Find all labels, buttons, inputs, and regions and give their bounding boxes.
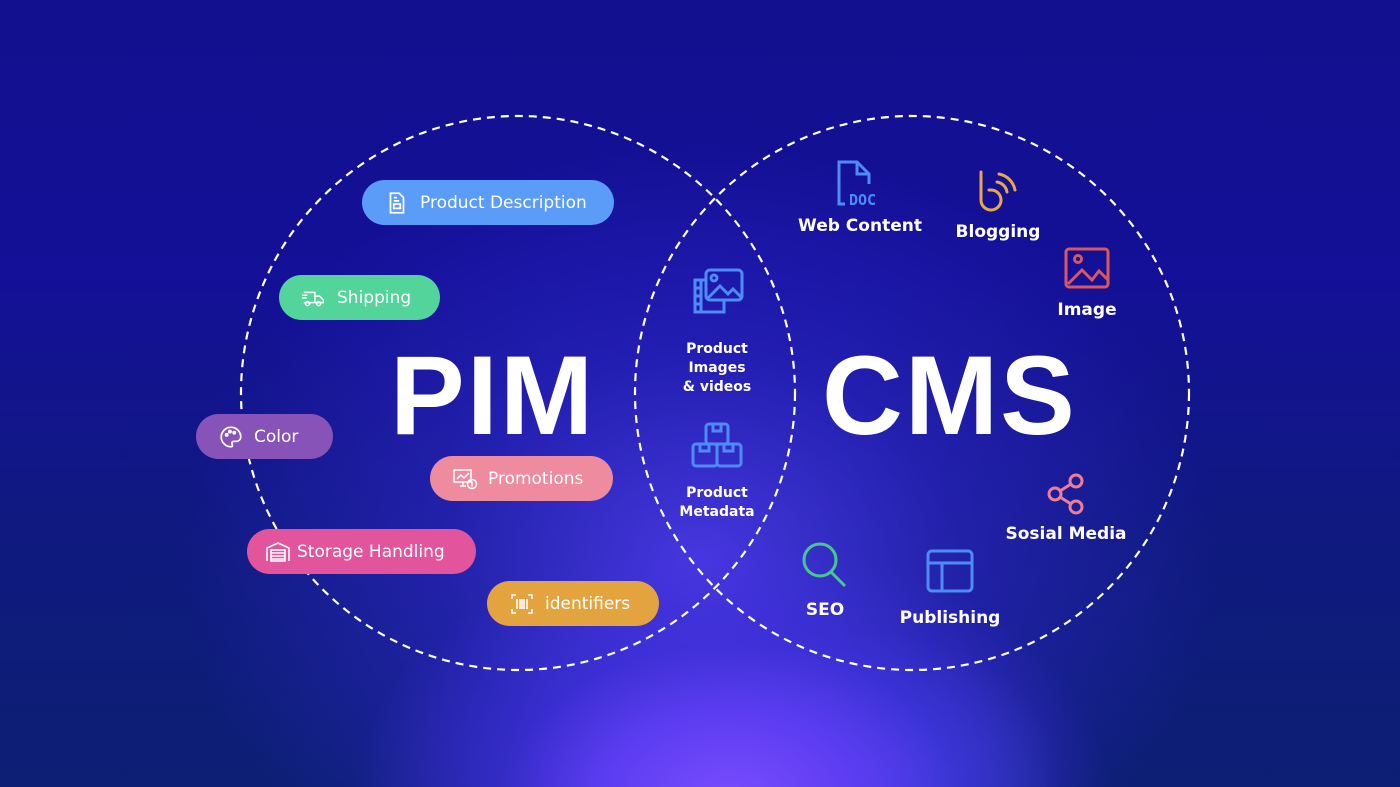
layout-icon: [926, 549, 974, 593]
cms-label: Sosial Media: [1005, 524, 1127, 544]
pill-identifiers: identifiers: [487, 581, 659, 626]
cms-item-blogging: Blogging: [948, 168, 1048, 242]
share-icon: [1047, 473, 1084, 515]
boxes-icon: [691, 422, 743, 468]
cms-label: Blogging: [955, 222, 1041, 242]
cms-label: SEO: [805, 600, 845, 620]
cms-label: Image: [1057, 300, 1117, 320]
overlap-label: Product Images & videos: [682, 341, 752, 395]
overlap-item-product-metadata: Product Metadata: [667, 420, 767, 522]
cms-item-social-media: Sosial Media: [1005, 472, 1127, 544]
pim-cms-venn-diagram: PIM CMS Product Description Shipping Col…: [0, 0, 1400, 787]
blog-icon: [979, 170, 1017, 212]
cms-item-web-content: DOC Web Content: [798, 158, 922, 236]
pill-promotions: Promotions: [430, 456, 613, 501]
barcode-icon: [511, 593, 533, 614]
pill-label: identifiers: [545, 593, 631, 614]
pill-color: Color: [196, 414, 333, 459]
svg-text:DOC: DOC: [849, 191, 876, 209]
pill-shipping: Shipping: [279, 275, 440, 320]
pill-label: Color: [254, 426, 299, 447]
doc-file-icon: DOC: [837, 160, 876, 209]
document-icon: [389, 191, 405, 214]
pill-product-description: Product Description: [362, 180, 614, 225]
truck-icon: [301, 291, 325, 306]
cms-title: CMS: [822, 333, 1077, 458]
monitor-dollar-icon: [453, 468, 478, 489]
palette-icon: [220, 425, 242, 448]
pim-title: PIM: [390, 333, 596, 458]
pill-label: Storage Handling: [297, 541, 445, 562]
search-icon: [802, 542, 847, 588]
pill-label: Promotions: [488, 468, 584, 489]
cms-item-seo: SEO: [795, 540, 855, 620]
images-videos-icon: [693, 268, 744, 314]
cms-label: Publishing: [899, 608, 1001, 628]
pill-storage-handling: Storage Handling: [247, 529, 476, 574]
overlap-label: Product Metadata: [679, 485, 755, 520]
image-icon: [1064, 247, 1110, 289]
cms-item-image: Image: [1047, 246, 1127, 320]
warehouse-icon: [266, 541, 290, 562]
pill-label: Shipping: [337, 287, 412, 308]
pill-label: Product Description: [420, 192, 587, 213]
cms-label: Web Content: [798, 216, 922, 236]
cms-item-publishing: Publishing: [898, 548, 1002, 628]
overlap-item-product-images: Product Images & videos: [667, 266, 767, 397]
